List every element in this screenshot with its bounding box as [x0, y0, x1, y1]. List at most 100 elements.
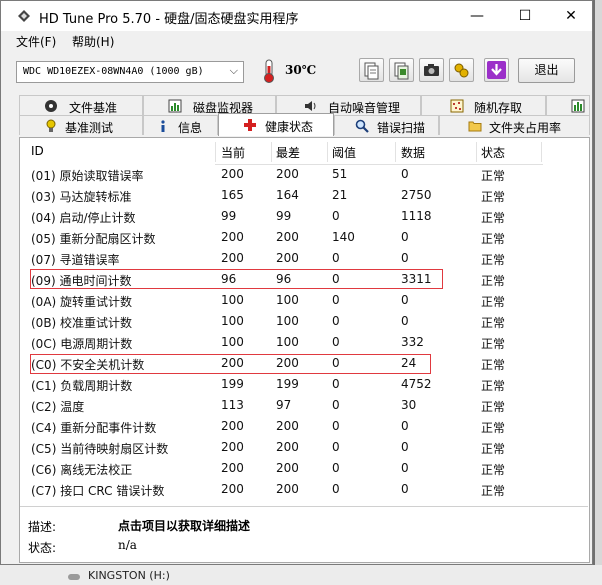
copy-text-icon — [364, 62, 379, 80]
column-header-id[interactable]: ID — [31, 144, 44, 158]
cell-id: (0A) 旋转重试计数 — [31, 295, 133, 309]
column-divider — [271, 142, 272, 162]
table-row[interactable]: (04) 启动/停止计数 99 99 0 1118 正常 — [25, 206, 543, 227]
tab-random-access[interactable]: 随机存取 — [421, 95, 546, 115]
cell-threshold: 0 — [332, 419, 340, 433]
table-row[interactable]: (0A) 旋转重试计数 100 100 0 0 正常 — [25, 290, 543, 311]
tab-disk-monitor[interactable]: 磁盘监视器 — [143, 95, 276, 115]
cell-data: 0 — [401, 167, 409, 181]
table-row[interactable]: (C1) 负载周期计数 199 199 0 4752 正常 — [25, 374, 543, 395]
column-header-data[interactable]: 数据 — [401, 144, 425, 161]
cell-data: 2750 — [401, 188, 432, 202]
tab-benchmark[interactable]: 基准测试 — [19, 115, 143, 135]
table-row[interactable]: (C5) 当前待映射扇区计数 200 200 0 0 正常 — [25, 437, 543, 458]
screenshot-button[interactable] — [419, 58, 444, 82]
menu-bar: 文件(F) 帮助(H) — [1, 31, 592, 51]
menu-file[interactable]: 文件(F) — [16, 33, 56, 50]
cell-threshold: 0 — [332, 440, 340, 454]
tab-label: 健康状态 — [265, 120, 314, 134]
smart-table: ID 当前 最差 阈值 数据 状态 (01) 原始读取错误率 200 200 51 0 正… — [25, 140, 543, 505]
cell-data: 4752 — [401, 377, 432, 391]
cell-data: 0 — [401, 314, 409, 328]
cell-threshold: 0 — [332, 482, 340, 496]
cell-status: 正常 — [481, 463, 506, 477]
options-button[interactable] — [449, 58, 474, 82]
column-divider — [327, 142, 328, 162]
cell-current: 200 — [221, 419, 244, 433]
maximize-button[interactable]: ☐ — [502, 1, 548, 31]
table-row[interactable]: (0B) 校准重试计数 100 100 0 0 正常 — [25, 311, 543, 332]
cell-current: 99 — [221, 209, 237, 223]
cell-status: 正常 — [481, 379, 506, 393]
table-header: ID 当前 最差 阈值 数据 状态 — [25, 140, 543, 165]
cell-threshold: 0 — [332, 461, 340, 475]
cell-threshold: 0 — [332, 251, 340, 265]
tab-error-scan[interactable]: 错误扫描 — [334, 115, 439, 135]
column-header-current[interactable]: 当前 — [221, 144, 245, 161]
cell-data: 1118 — [401, 209, 432, 223]
table-row[interactable]: (C6) 离线无法校正 200 200 0 0 正常 — [25, 458, 543, 479]
tab-health[interactable]: 健康状态 — [218, 113, 334, 136]
close-button[interactable]: ✕ — [548, 1, 594, 31]
menu-help[interactable]: 帮助(H) — [72, 33, 114, 50]
drive-select[interactable]: WDC WD10EZEX-08WN4A0 (1000 gB) ⌵ — [16, 61, 244, 83]
title-bar[interactable]: HD Tune Pro 5.70 - 硬盘/固态硬盘实用程序 — ☐ ✕ — [1, 1, 592, 31]
column-divider — [541, 142, 542, 162]
cell-id: (07) 寻道错误率 — [31, 253, 120, 267]
toolbar: WDC WD10EZEX-08WN4A0 (1000 gB) ⌵ 30℃ 退出 — [1, 53, 592, 89]
cell-current: 113 — [221, 398, 244, 412]
table-row[interactable]: (01) 原始读取错误率 200 200 51 0 正常 — [25, 164, 543, 185]
random-access-icon — [450, 99, 464, 113]
column-header-status[interactable]: 状态 — [481, 144, 505, 161]
tab-folder-usage[interactable]: 文件夹占用率 — [439, 115, 590, 135]
cell-worst: 100 — [276, 314, 299, 328]
tab-label: 文件基准 — [69, 101, 118, 115]
cell-current: 200 — [221, 167, 244, 181]
save-button[interactable] — [484, 58, 509, 82]
table-row[interactable]: (0C) 电源周期计数 100 100 0 332 正常 — [25, 332, 543, 353]
disk-monitor-icon — [168, 99, 182, 113]
cell-worst: 200 — [276, 419, 299, 433]
column-divider — [476, 142, 477, 162]
cell-data: 332 — [401, 335, 424, 349]
cell-id: (0B) 校准重试计数 — [31, 316, 133, 330]
cell-id: (C7) 接口 CRC 错误计数 — [31, 484, 165, 498]
column-divider — [395, 142, 396, 162]
temperature-readout: 30℃ — [285, 63, 317, 77]
cell-id: (01) 原始读取错误率 — [31, 169, 144, 183]
background-drive-label[interactable]: KINGSTON (H:) — [88, 569, 170, 582]
cell-status: 正常 — [481, 421, 506, 435]
cell-threshold: 51 — [332, 167, 348, 181]
tab-info[interactable]: 信息 — [143, 115, 218, 135]
cell-status: 正常 — [481, 337, 506, 351]
window-title: HD Tune Pro 5.70 - 硬盘/固态硬盘实用程序 — [39, 12, 299, 27]
cell-data: 0 — [401, 251, 409, 265]
tab-label: 自动噪音管理 — [328, 101, 401, 115]
table-row[interactable]: (05) 重新分配扇区计数 200 200 140 0 正常 — [25, 227, 543, 248]
details-area: 描述: 点击项目以获取详细描述 状态: n/a — [20, 506, 588, 562]
table-row[interactable]: (07) 寻道错误率 200 200 0 0 正常 — [25, 248, 543, 269]
tab-file-benchmark[interactable]: 文件基准 — [19, 95, 143, 115]
copy-text-button[interactable] — [359, 58, 384, 82]
table-row[interactable]: (C7) 接口 CRC 错误计数 200 200 0 0 正常 — [25, 479, 543, 500]
cell-current: 165 — [221, 188, 244, 202]
tab-noise-management[interactable]: 自动噪音管理 — [276, 95, 421, 115]
cell-status: 正常 — [481, 484, 506, 498]
cell-status: 正常 — [481, 169, 506, 183]
table-row[interactable]: (C2) 温度 113 97 0 30 正常 — [25, 395, 543, 416]
column-header-worst[interactable]: 最差 — [276, 144, 300, 161]
cell-id: (03) 马达旋转标准 — [31, 190, 132, 204]
column-header-threshold[interactable]: 阈值 — [332, 144, 356, 161]
tab-extra-tests[interactable] — [546, 95, 590, 115]
exit-button[interactable]: 退出 — [518, 58, 575, 83]
table-row[interactable]: (03) 马达旋转标准 165 164 21 2750 正常 — [25, 185, 543, 206]
minimize-button[interactable]: — — [454, 1, 500, 31]
highlight-unsafe-shutdowns — [30, 354, 431, 374]
status-value: n/a — [118, 538, 137, 552]
table-row[interactable]: (C4) 重新分配事件计数 200 200 0 0 正常 — [25, 416, 543, 437]
cell-id: (C6) 离线无法校正 — [31, 463, 133, 477]
copy-screenshot-button[interactable] — [389, 58, 414, 82]
cell-threshold: 0 — [332, 377, 340, 391]
tab-label: 基准测试 — [65, 121, 114, 135]
cell-threshold: 140 — [332, 230, 355, 244]
